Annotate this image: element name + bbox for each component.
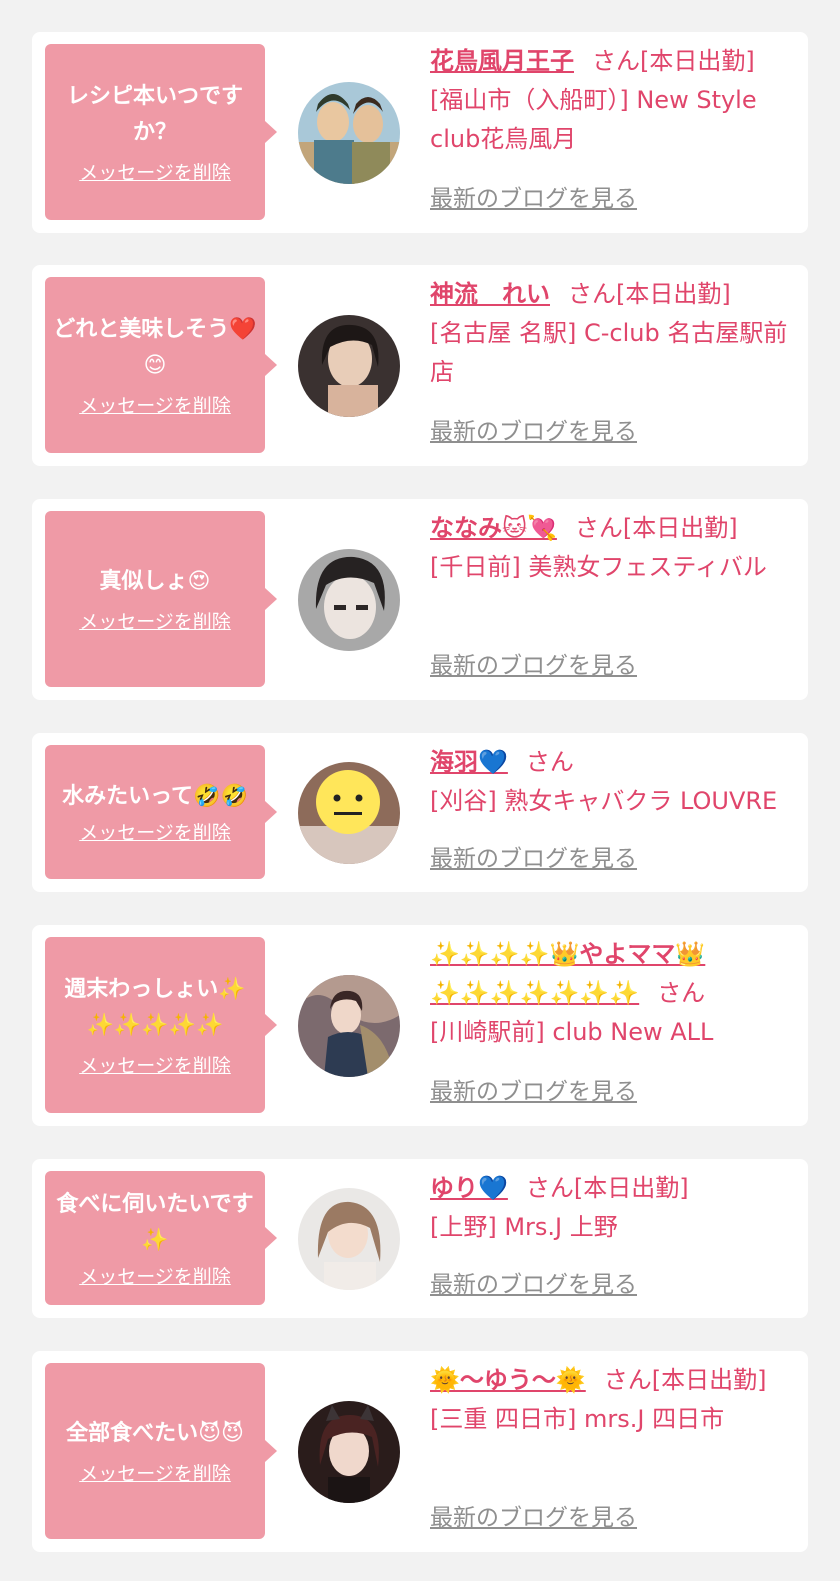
message-bubble: どれと美味しそう❤️😊 メッセージを削除 (45, 277, 277, 453)
user-info: 海羽💙 さん [刈谷] 熟女キャバクラ LOUVRE (430, 743, 805, 821)
message-text: 真似しょ😍 (99, 569, 211, 594)
shop-text: [川崎駅前] club New ALL (430, 1018, 714, 1046)
delete-message-link[interactable]: メッセージを削除 (79, 1054, 231, 1078)
avatar[interactable] (298, 315, 400, 417)
avatar[interactable] (298, 762, 400, 864)
message-card: 全部食べたい😈😈 メッセージを削除 🌞〜ゆう〜🌞 さん[本日出勤] [三重 四日市… (32, 1351, 808, 1552)
latest-blog-link[interactable]: 最新のブログを見る (430, 1270, 637, 1300)
user-info: 神流 れい さん[本日出勤] [名古屋 名駅] C-club 名古屋駅前店 (430, 275, 805, 392)
delete-message-link[interactable]: メッセージを削除 (79, 161, 231, 185)
avatar[interactable] (298, 975, 400, 1077)
shop-text: [名古屋 名駅] C-club 名古屋駅前店 (430, 319, 788, 386)
latest-blog-link[interactable]: 最新のブログを見る (430, 844, 637, 874)
latest-blog-link[interactable]: 最新のブログを見る (430, 184, 637, 214)
message-bubble: 真似しょ😍 メッセージを削除 (45, 511, 277, 687)
message-card: どれと美味しそう❤️😊 メッセージを削除 神流 れい さん[本日出勤] [名古屋 … (32, 265, 808, 466)
user-info: ゆり💙 さん[本日出勤] [上野] Mrs.J 上野 (430, 1169, 805, 1247)
user-suffix: さん (525, 748, 574, 776)
delete-message-link[interactable]: メッセージを削除 (79, 1462, 231, 1486)
message-text: 食べに伺いたいです✨ (56, 1192, 254, 1253)
shop-text: [福山市（入船町）] New Style club花鳥風月 (430, 86, 757, 153)
message-bubble: 週末わっしょい✨✨✨✨✨✨ メッセージを削除 (45, 937, 277, 1113)
latest-blog-link[interactable]: 最新のブログを見る (430, 1503, 637, 1533)
delete-message-link[interactable]: メッセージを削除 (79, 1265, 231, 1289)
message-card: 真似しょ😍 メッセージを削除 ななみ🐱💘 さん[本日出勤] [千日前] 美熟女フェ… (32, 499, 808, 700)
user-suffix: さん[本日出勤] (592, 47, 755, 75)
user-suffix: さん[本日出勤] (603, 1366, 767, 1394)
delete-message-link[interactable]: メッセージを削除 (79, 394, 231, 418)
message-bubble: 食べに伺いたいです✨ メッセージを削除 (45, 1171, 277, 1305)
user-name-link[interactable]: 神流 れい (430, 280, 550, 308)
user-name-link[interactable]: ななみ🐱💘 (430, 514, 557, 542)
message-text: 週末わっしょい✨✨✨✨✨✨ (64, 977, 246, 1038)
user-name-link[interactable]: 花鳥風月王子 (430, 47, 574, 75)
user-name-link[interactable]: ゆり💙 (430, 1174, 508, 1202)
message-list: レシピ本いつですか？ メッセージを削除 花鳥風月王子 さん[本日出勤] [福山市（… (0, 0, 840, 1581)
message-bubble: 全部食べたい😈😈 メッセージを削除 (45, 1363, 277, 1539)
user-info: ✨✨✨✨👑やよママ👑✨✨✨✨✨✨✨ さん [川崎駅前] club New ALL (430, 935, 805, 1052)
user-name-link[interactable]: 🌞〜ゆう〜🌞 (430, 1366, 586, 1394)
shop-text: [三重 四日市] mrs.J 四日市 (430, 1405, 725, 1433)
user-suffix: さん[本日出勤] (568, 280, 731, 308)
message-text: 全部食べたい😈😈 (66, 1421, 244, 1446)
message-card: 水みたいって🤣🤣 メッセージを削除 海羽💙 さん [刈谷] 熟女キャバクラ LOU… (32, 733, 808, 892)
user-info: 🌞〜ゆう〜🌞 さん[本日出勤] [三重 四日市] mrs.J 四日市 (430, 1361, 805, 1439)
message-text: 水みたいって🤣🤣 (62, 784, 248, 809)
user-name-link[interactable]: 海羽💙 (430, 748, 508, 776)
user-info: ななみ🐱💘 さん[本日出勤] [千日前] 美熟女フェスティバル (430, 509, 805, 587)
user-suffix: さん (657, 979, 706, 1007)
avatar[interactable] (298, 1401, 400, 1503)
message-bubble: レシピ本いつですか？ メッセージを削除 (45, 44, 277, 220)
user-suffix: さん[本日出勤] (574, 514, 738, 542)
shop-text: [上野] Mrs.J 上野 (430, 1213, 618, 1241)
latest-blog-link[interactable]: 最新のブログを見る (430, 651, 637, 681)
message-bubble: 水みたいって🤣🤣 メッセージを削除 (45, 745, 277, 879)
shop-text: [千日前] 美熟女フェスティバル (430, 553, 767, 581)
user-suffix: さん[本日出勤] (525, 1174, 689, 1202)
avatar[interactable] (298, 1188, 400, 1290)
delete-message-link[interactable]: メッセージを削除 (79, 821, 231, 845)
delete-message-link[interactable]: メッセージを削除 (79, 610, 231, 634)
message-text: どれと美味しそう❤️😊 (53, 317, 257, 378)
avatar[interactable] (298, 82, 400, 184)
avatar[interactable] (298, 549, 400, 651)
latest-blog-link[interactable]: 最新のブログを見る (430, 417, 637, 447)
shop-text: [刈谷] 熟女キャバクラ LOUVRE (430, 787, 778, 815)
user-info: 花鳥風月王子 さん[本日出勤] [福山市（入船町）] New Style club… (430, 42, 805, 159)
message-card: 週末わっしょい✨✨✨✨✨✨ メッセージを削除 ✨✨✨✨👑やよママ👑✨✨✨✨✨✨✨… (32, 925, 808, 1126)
message-card: 食べに伺いたいです✨ メッセージを削除 ゆり💙 さん[本日出勤] [上野] Mrs… (32, 1159, 808, 1318)
message-card: レシピ本いつですか？ メッセージを削除 花鳥風月王子 さん[本日出勤] [福山市（… (32, 32, 808, 233)
message-text: レシピ本いつですか？ (66, 84, 243, 145)
latest-blog-link[interactable]: 最新のブログを見る (430, 1077, 637, 1107)
